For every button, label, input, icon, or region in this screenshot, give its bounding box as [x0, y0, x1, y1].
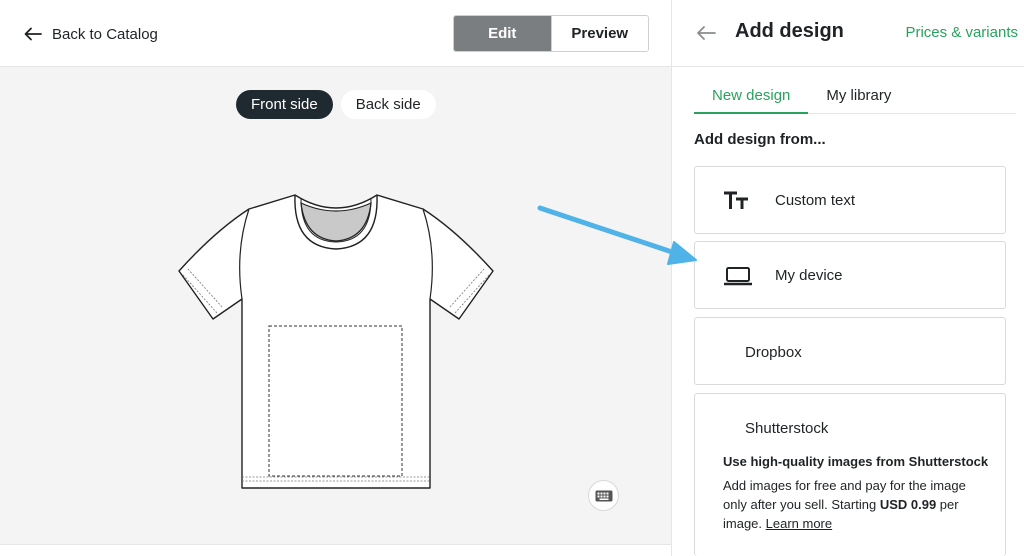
- shutterstock-price: USD 0.99: [879, 497, 937, 512]
- shutterstock-option[interactable]: Shutterstock Use high-quality images fro…: [694, 393, 1006, 556]
- dropbox-label: Dropbox: [745, 344, 802, 361]
- preview-mode-button[interactable]: Preview: [550, 16, 648, 51]
- add-design-panel: Add design Prices & variants New design …: [671, 0, 1024, 556]
- design-source-tabs: New design My library: [694, 80, 1016, 114]
- shutterstock-label: Shutterstock: [745, 420, 829, 437]
- laptop-icon: [724, 267, 752, 286]
- custom-text-option[interactable]: Custom text: [694, 166, 1006, 234]
- my-device-label: My device: [775, 267, 843, 284]
- tab-my-library[interactable]: My library: [808, 80, 909, 114]
- side-toggle: Front side Back side: [236, 90, 436, 119]
- editor-toolbar: Back to Catalog Edit Preview: [0, 0, 671, 67]
- prices-variants-link[interactable]: Prices & variants: [905, 24, 1018, 41]
- panel-header: Add design Prices & variants: [672, 0, 1024, 67]
- front-side-button[interactable]: Front side: [236, 90, 333, 119]
- arrow-left-icon: [24, 27, 42, 41]
- tab-new-design[interactable]: New design: [694, 80, 809, 114]
- dropbox-option[interactable]: Dropbox: [694, 317, 1006, 385]
- keyboard-icon: [595, 490, 612, 501]
- section-label: Add design from...: [694, 131, 826, 148]
- text-icon: [724, 191, 748, 209]
- shutterstock-title: Use high-quality images from Shutterstoc…: [723, 454, 989, 469]
- edit-mode-button[interactable]: Edit: [454, 16, 551, 51]
- design-canvas: Front side Back side: [0, 67, 671, 544]
- shutterstock-description: Add images for free and pay for the imag…: [723, 476, 983, 533]
- back-to-catalog-link[interactable]: Back to Catalog: [24, 22, 158, 46]
- back-to-catalog-label: Back to Catalog: [52, 25, 158, 43]
- my-device-option[interactable]: My device: [694, 241, 1006, 309]
- mode-toggle: Edit Preview: [453, 15, 649, 52]
- tshirt-mockup: [178, 194, 494, 489]
- custom-text-label: Custom text: [775, 192, 856, 209]
- keyboard-shortcuts-button[interactable]: [588, 480, 619, 511]
- learn-more-link[interactable]: Learn more: [766, 516, 832, 531]
- panel-back-arrow-icon[interactable]: [696, 25, 716, 41]
- canvas-footer: [0, 544, 671, 556]
- panel-title: Add design: [735, 20, 844, 42]
- back-side-button[interactable]: Back side: [340, 90, 436, 119]
